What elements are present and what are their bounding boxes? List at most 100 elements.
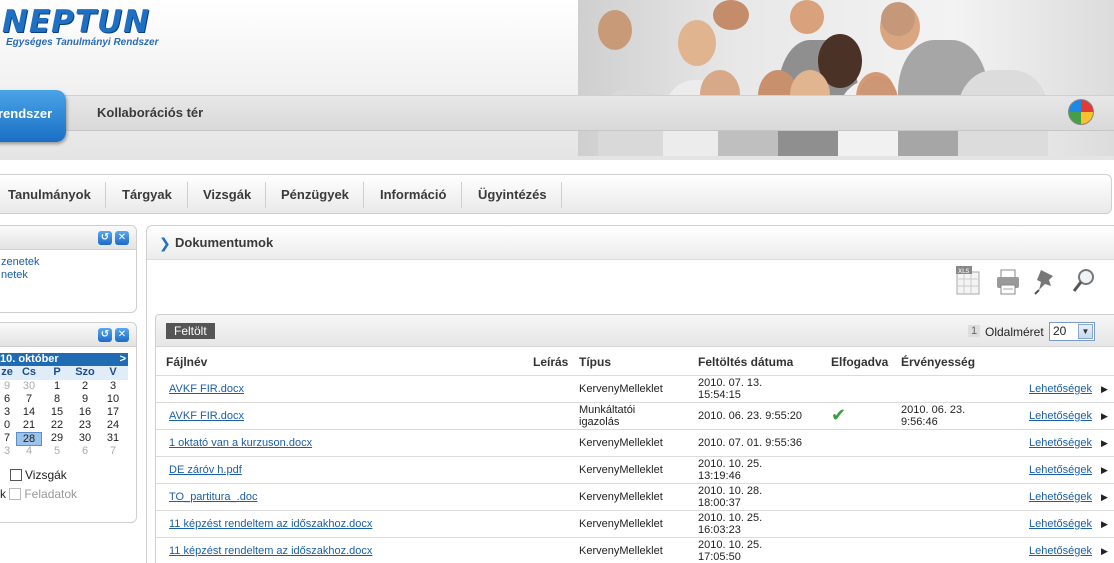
calendar-day[interactable]: 2 bbox=[72, 380, 98, 392]
tab-rendszer[interactable]: rendszer bbox=[0, 90, 66, 142]
cell-upload-date: 2010. 07. 01. 9:55:36 bbox=[698, 437, 802, 449]
table-row: 1 oktató van a kurzuson.docx KervenyMelle… bbox=[156, 429, 1114, 456]
triangle-right-icon[interactable]: ▶ bbox=[1101, 438, 1108, 449]
calendar-day[interactable]: 23 bbox=[72, 419, 98, 431]
refresh-icon[interactable]: ↺ bbox=[98, 328, 112, 342]
tab-kollaboracios-ter[interactable]: Kollaborációs tér bbox=[97, 105, 203, 120]
calendar-week: 0 21 22 23 24 bbox=[0, 419, 128, 432]
chevron-down-icon[interactable]: ▼ bbox=[1078, 324, 1093, 339]
close-icon[interactable]: ✕ bbox=[115, 328, 129, 342]
col-upload-date[interactable]: Feltöltés dátuma bbox=[698, 355, 793, 369]
calendar: 10. október > ze Cs P Szo V 9 30 1 2 3 6 7 8 9 10… bbox=[0, 353, 128, 458]
calendar-next-button[interactable]: > bbox=[120, 353, 126, 366]
cell-upload-date: 2010. 10. 28. bbox=[698, 485, 763, 497]
calendar-day[interactable]: 28 bbox=[16, 432, 42, 446]
calendar-day[interactable]: 29 bbox=[44, 432, 70, 444]
file-link[interactable]: TO_partitura_.doc bbox=[169, 491, 257, 503]
checkmark-icon: ✔ bbox=[831, 405, 847, 425]
calendar-day[interactable]: 3 bbox=[100, 380, 126, 392]
checkbox-vizsgak[interactable]: Vizsgák bbox=[10, 468, 67, 482]
triangle-right-icon[interactable]: ▶ bbox=[1101, 411, 1108, 422]
checkbox-icon[interactable] bbox=[10, 469, 22, 481]
calendar-month-label: 10. október bbox=[0, 353, 59, 365]
calendar-day[interactable]: 21 bbox=[16, 419, 42, 431]
logo-subtitle: Egységes Tanulmányi Rendszer bbox=[6, 37, 159, 48]
col-type[interactable]: Típus bbox=[579, 355, 611, 369]
neptun-logo[interactable]: NEPTUN Egységes Tanulmányi Rendszer bbox=[2, 4, 158, 48]
calendar-day[interactable]: 31 bbox=[100, 432, 126, 444]
calendar-day[interactable]: 17 bbox=[100, 406, 126, 418]
calendar-day[interactable]: 14 bbox=[16, 406, 42, 418]
pin-icon[interactable] bbox=[1033, 266, 1059, 296]
calendar-day[interactable]: 4 bbox=[16, 445, 42, 457]
print-icon[interactable] bbox=[995, 266, 1021, 296]
options-link[interactable]: Lehetőségek bbox=[1029, 437, 1092, 449]
triangle-right-icon[interactable]: ▶ bbox=[1101, 519, 1108, 530]
triangle-right-icon[interactable]: ▶ bbox=[1101, 465, 1108, 476]
options-link[interactable]: Lehetőségek bbox=[1029, 518, 1092, 530]
options-link[interactable]: Lehetőségek bbox=[1029, 410, 1092, 422]
refresh-icon[interactable]: ↺ bbox=[98, 231, 112, 245]
col-description[interactable]: Leírás bbox=[533, 355, 568, 369]
page-size-select[interactable]: 20 ▼ bbox=[1049, 322, 1095, 341]
nav-ugyintezes[interactable]: Ügyintézés bbox=[478, 187, 547, 202]
file-link[interactable]: 1 oktató van a kurzuson.docx bbox=[169, 437, 312, 449]
file-link[interactable]: AVKF FIR.docx bbox=[169, 410, 244, 422]
cell-upload-date: 2010. 07. 13. bbox=[698, 377, 763, 389]
upload-button[interactable]: Feltölt bbox=[166, 323, 215, 339]
calendar-day[interactable]: 15 bbox=[44, 406, 70, 418]
cell-upload-time: 18:00:37 bbox=[698, 497, 741, 509]
triangle-right-icon[interactable]: ▶ bbox=[1101, 546, 1108, 557]
messages-link-1[interactable]: zenetek bbox=[1, 256, 136, 269]
options-link[interactable]: Lehetőségek bbox=[1029, 545, 1092, 557]
file-link[interactable]: DE záróv h.pdf bbox=[169, 464, 242, 476]
calendar-day[interactable]: 1 bbox=[44, 380, 70, 392]
header: NEPTUN Egységes Tanulmányi Rendszer rend… bbox=[0, 0, 1114, 160]
close-icon[interactable]: ✕ bbox=[115, 231, 129, 245]
file-link[interactable]: AVKF FIR.docx bbox=[169, 383, 244, 395]
day-header: P bbox=[53, 366, 61, 378]
excel-export-icon[interactable]: XLS bbox=[955, 266, 981, 296]
documents-panel: ❯ Dokumentumok XLS Feltölt 1 Oldalméret … bbox=[146, 225, 1114, 563]
col-validity[interactable]: Érvényesség bbox=[901, 355, 975, 369]
checkbox-icon[interactable] bbox=[9, 488, 22, 500]
globe-icon[interactable] bbox=[1068, 99, 1094, 125]
calendar-day[interactable]: 24 bbox=[100, 419, 126, 431]
calendar-day[interactable]: 6 bbox=[72, 445, 98, 457]
messages-link-2[interactable]: netek bbox=[1, 269, 136, 282]
nav-penzugyek[interactable]: Pénzügyek bbox=[281, 187, 349, 202]
calendar-day[interactable]: 9 bbox=[72, 393, 98, 405]
page-number[interactable]: 1 bbox=[968, 325, 981, 337]
calendar-day[interactable]: 22 bbox=[44, 419, 70, 431]
cell-type: KervenyMelleklet bbox=[579, 464, 663, 476]
nav-vizsgak[interactable]: Vizsgák bbox=[203, 187, 251, 202]
options-link[interactable]: Lehetőségek bbox=[1029, 491, 1092, 503]
options-link[interactable]: Lehetőségek bbox=[1029, 464, 1092, 476]
calendar-week: 3 14 15 16 17 bbox=[0, 406, 128, 419]
cell-upload-date: 2010. 10. 25. bbox=[698, 458, 763, 470]
nav-targyak[interactable]: Tárgyak bbox=[122, 187, 172, 202]
calendar-day[interactable]: 10 bbox=[100, 393, 126, 405]
col-filename[interactable]: Fájlnév bbox=[166, 355, 207, 369]
calendar-day[interactable]: 16 bbox=[72, 406, 98, 418]
calendar-day[interactable]: 7 bbox=[16, 393, 42, 405]
nav-informacio[interactable]: Információ bbox=[380, 187, 446, 202]
col-accepted[interactable]: Elfogadva bbox=[831, 355, 888, 369]
checkbox-feladatok[interactable]: k Feladatok bbox=[0, 487, 77, 501]
calendar-day[interactable]: 30 bbox=[72, 432, 98, 444]
triangle-right-icon[interactable]: ▶ bbox=[1101, 492, 1108, 503]
page-size-label: Oldalméret bbox=[985, 325, 1044, 339]
options-link[interactable]: Lehetőségek bbox=[1029, 383, 1092, 395]
search-icon[interactable] bbox=[1071, 266, 1097, 296]
calendar-day[interactable]: 8 bbox=[44, 393, 70, 405]
calendar-day[interactable]: 7 bbox=[100, 445, 126, 457]
triangle-right-icon[interactable]: ▶ bbox=[1101, 384, 1108, 395]
chevron-right-icon: ❯ bbox=[159, 235, 171, 251]
day-header: V bbox=[109, 366, 117, 378]
calendar-day[interactable]: 5 bbox=[44, 445, 70, 457]
nav-tanulmanyok[interactable]: Tanulmányok bbox=[8, 187, 91, 202]
calendar-day[interactable]: 30 bbox=[16, 380, 42, 392]
file-link[interactable]: 11 képzést rendeltem az időszakhoz.docx bbox=[169, 545, 372, 557]
header-people-photo bbox=[578, 0, 1114, 156]
file-link[interactable]: 11 képzést rendeltem az időszakhoz.docx bbox=[169, 518, 372, 530]
